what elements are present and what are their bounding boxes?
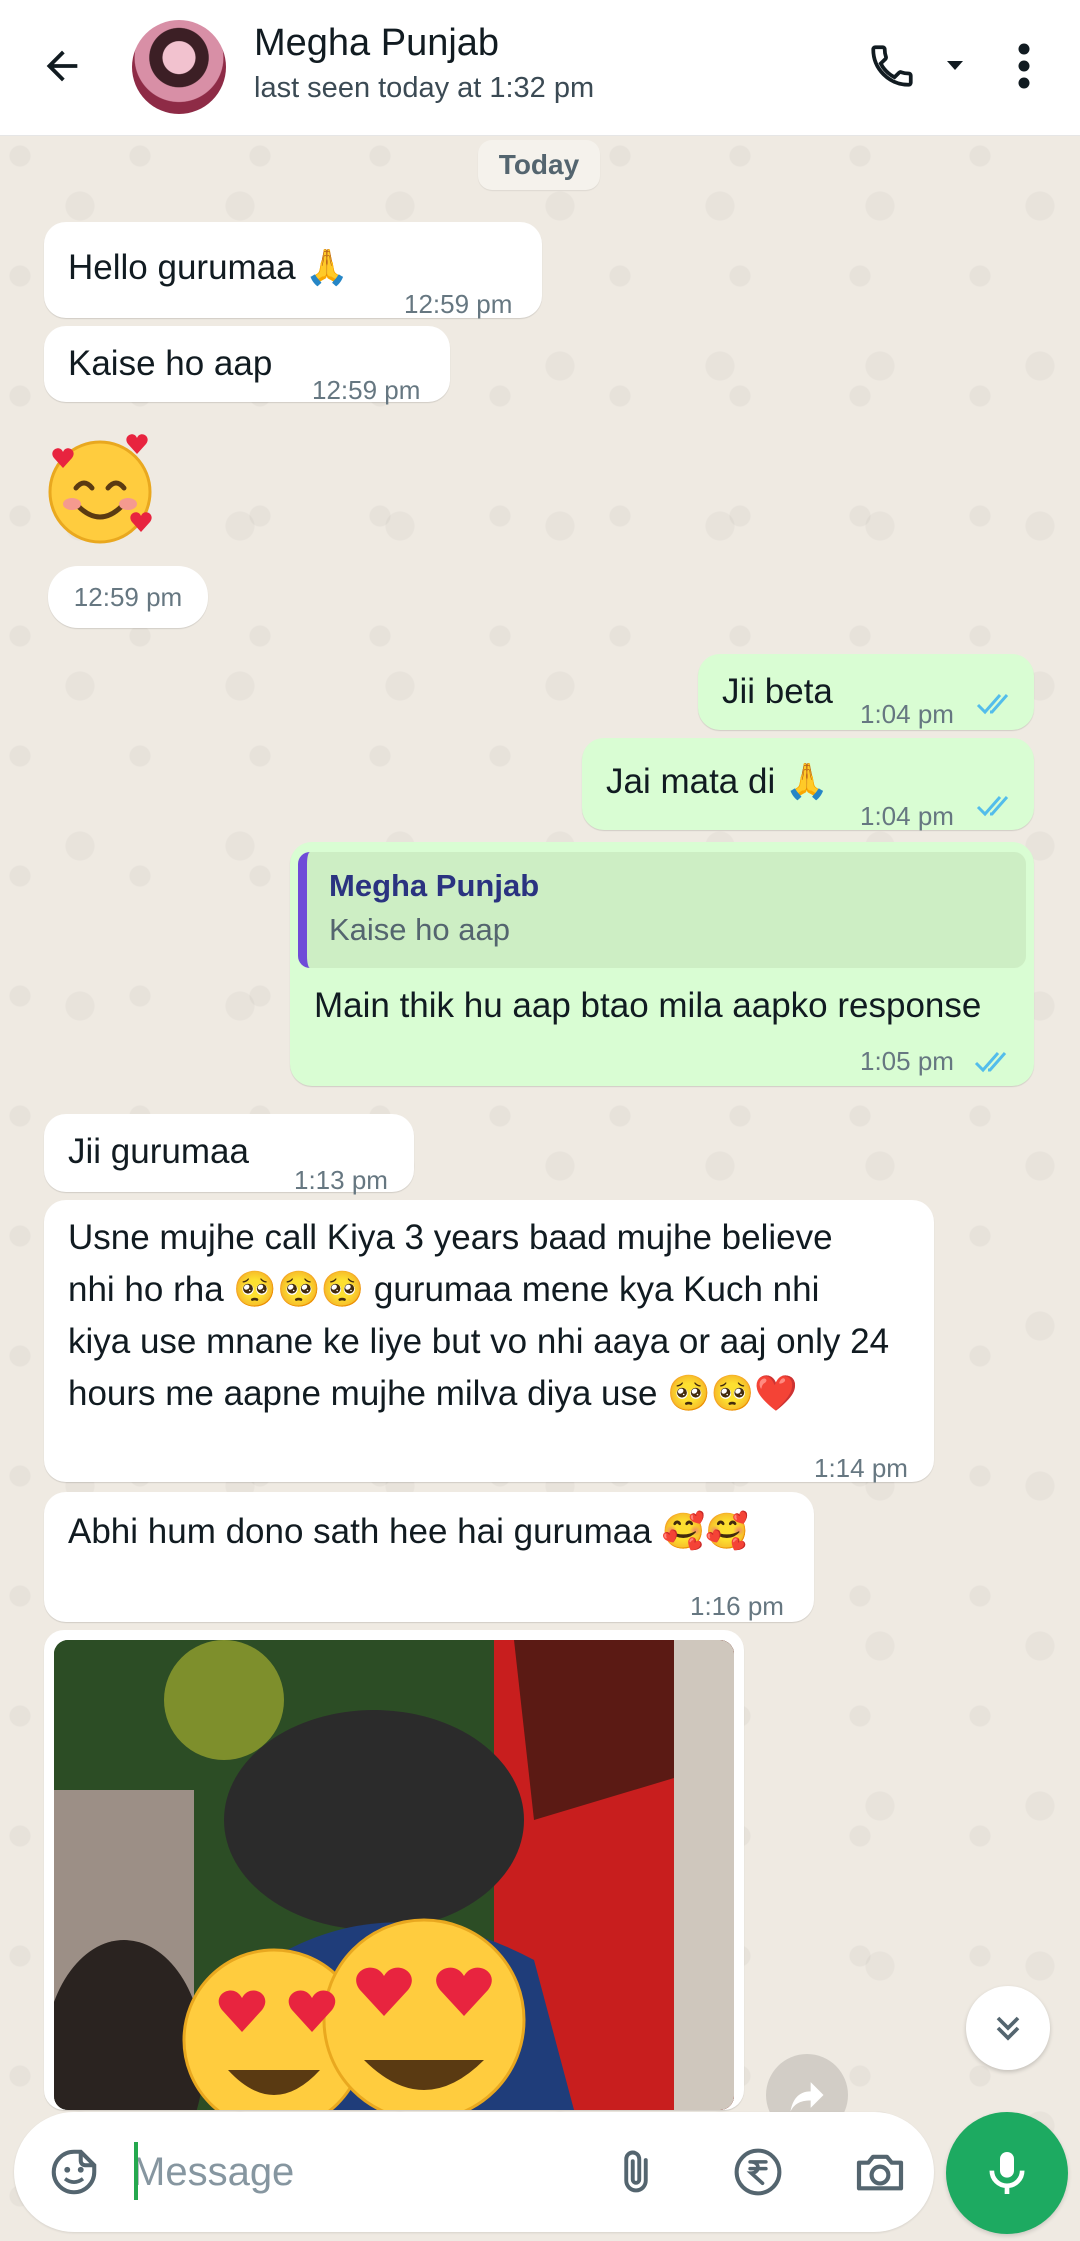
message-input[interactable] (132, 2138, 592, 2206)
back-arrow-icon (46, 50, 78, 82)
quoted-text: Kaise ho aap (329, 912, 510, 947)
quoted-message[interactable]: Megha Punjab Kaise ho aap (298, 852, 1026, 968)
message-time: 1:13 pm (294, 1165, 388, 1195)
sticker-icon (51, 2149, 97, 2195)
camera-icon (856, 2154, 904, 2191)
read-receipt-icon (976, 694, 1009, 715)
chat-header: Megha Punjab last seen today at 1:32 pm (0, 0, 1080, 136)
message-bubble-outgoing[interactable]: Jii beta 1:04 pm (698, 654, 1034, 730)
call-options-dropdown[interactable] (940, 50, 970, 80)
photo[interactable] (54, 1640, 734, 2110)
last-seen-status: last seen today at 1:32 pm (254, 72, 595, 104)
message-bubble-incoming[interactable]: Kaise ho aap 12:59 pm (44, 326, 450, 405)
message-bubble-incoming[interactable]: Usne mujhe call Kiya 3 years baad mujhe … (44, 1200, 934, 1483)
chevron-down-icon (947, 61, 963, 70)
message-time: 12:59 pm (404, 289, 513, 319)
attach-button[interactable] (604, 2140, 668, 2204)
smiling-face-with-hearts-icon (48, 434, 152, 544)
message-line: nhi ho rha 🥺🥺🥺 gurumaa mene kya Kuch nhi (68, 1270, 820, 1309)
message-text: Jii gurumaa (68, 1132, 249, 1171)
message-time: 1:16 pm (690, 1591, 784, 1621)
image-message[interactable] (44, 1630, 744, 2110)
more-options-button[interactable] (1000, 34, 1048, 98)
read-receipt-icon (974, 1052, 1007, 1073)
mic-icon (989, 2152, 1025, 2194)
payment-button[interactable] (726, 2140, 790, 2204)
message-text: Jii beta (722, 672, 833, 711)
quoted-sender-name: Megha Punjab (329, 868, 540, 903)
voice-call-button[interactable] (862, 36, 922, 96)
message-bubble-incoming[interactable]: Abhi hum dono sath hee hai gurumaa 🥰🥰 1:… (44, 1492, 814, 1622)
message-time: 12:59 pm (48, 566, 208, 628)
message-composer (14, 2112, 934, 2232)
message-line: hours me aapne mujhe milva diya use 🥺🥺❤️ (68, 1374, 798, 1413)
paperclip-icon (624, 2150, 648, 2193)
scroll-to-bottom-button[interactable] (966, 1986, 1050, 2070)
rupee-icon (734, 2148, 782, 2196)
forward-icon (790, 2082, 824, 2112)
heart-eyes-emoji-icon (182, 1918, 526, 2110)
message-time: 1:14 pm (814, 1453, 908, 1483)
message-time: 1:05 pm (860, 1046, 954, 1076)
avatar[interactable] (132, 20, 226, 114)
message-text: Kaise ho aap (68, 344, 273, 383)
phone-icon (871, 45, 913, 87)
date-divider: Today (478, 140, 600, 190)
text-cursor (134, 2142, 138, 2200)
message-time: 1:04 pm (860, 801, 954, 831)
double-chevron-down-icon (996, 2016, 1020, 2041)
message-text: Main thik hu aap btao mila aapko respons… (314, 986, 982, 1025)
voice-message-button[interactable] (946, 2112, 1068, 2234)
message-bubble-outgoing[interactable]: Jai mata di 🙏 1:04 pm (582, 738, 1034, 831)
read-receipt-icon (976, 796, 1009, 817)
message-line: kiya use mnane ke liye but vo nhi aaya o… (68, 1322, 890, 1361)
message-line: Usne mujhe call Kiya 3 years baad mujhe … (68, 1218, 833, 1257)
message-time: 1:04 pm (860, 699, 954, 729)
message-text: Abhi hum dono sath hee hai gurumaa 🥰🥰 (68, 1512, 749, 1551)
sticker-button[interactable] (44, 2142, 104, 2202)
more-vertical-icon (1018, 43, 1030, 89)
emoji-message[interactable] (40, 430, 160, 550)
message-text: Hello gurumaa 🙏 (68, 248, 349, 287)
message-time: 12:59 pm (312, 375, 421, 405)
contact-name[interactable]: Megha Punjab (254, 22, 499, 65)
message-text: Jai mata di 🙏 (606, 762, 829, 801)
message-bubble-incoming[interactable]: Hello gurumaa 🙏 12:59 pm (44, 222, 542, 319)
back-button[interactable] (34, 38, 90, 94)
message-bubble-incoming[interactable]: Jii gurumaa 1:13 pm (44, 1114, 414, 1195)
camera-button[interactable] (848, 2140, 912, 2204)
